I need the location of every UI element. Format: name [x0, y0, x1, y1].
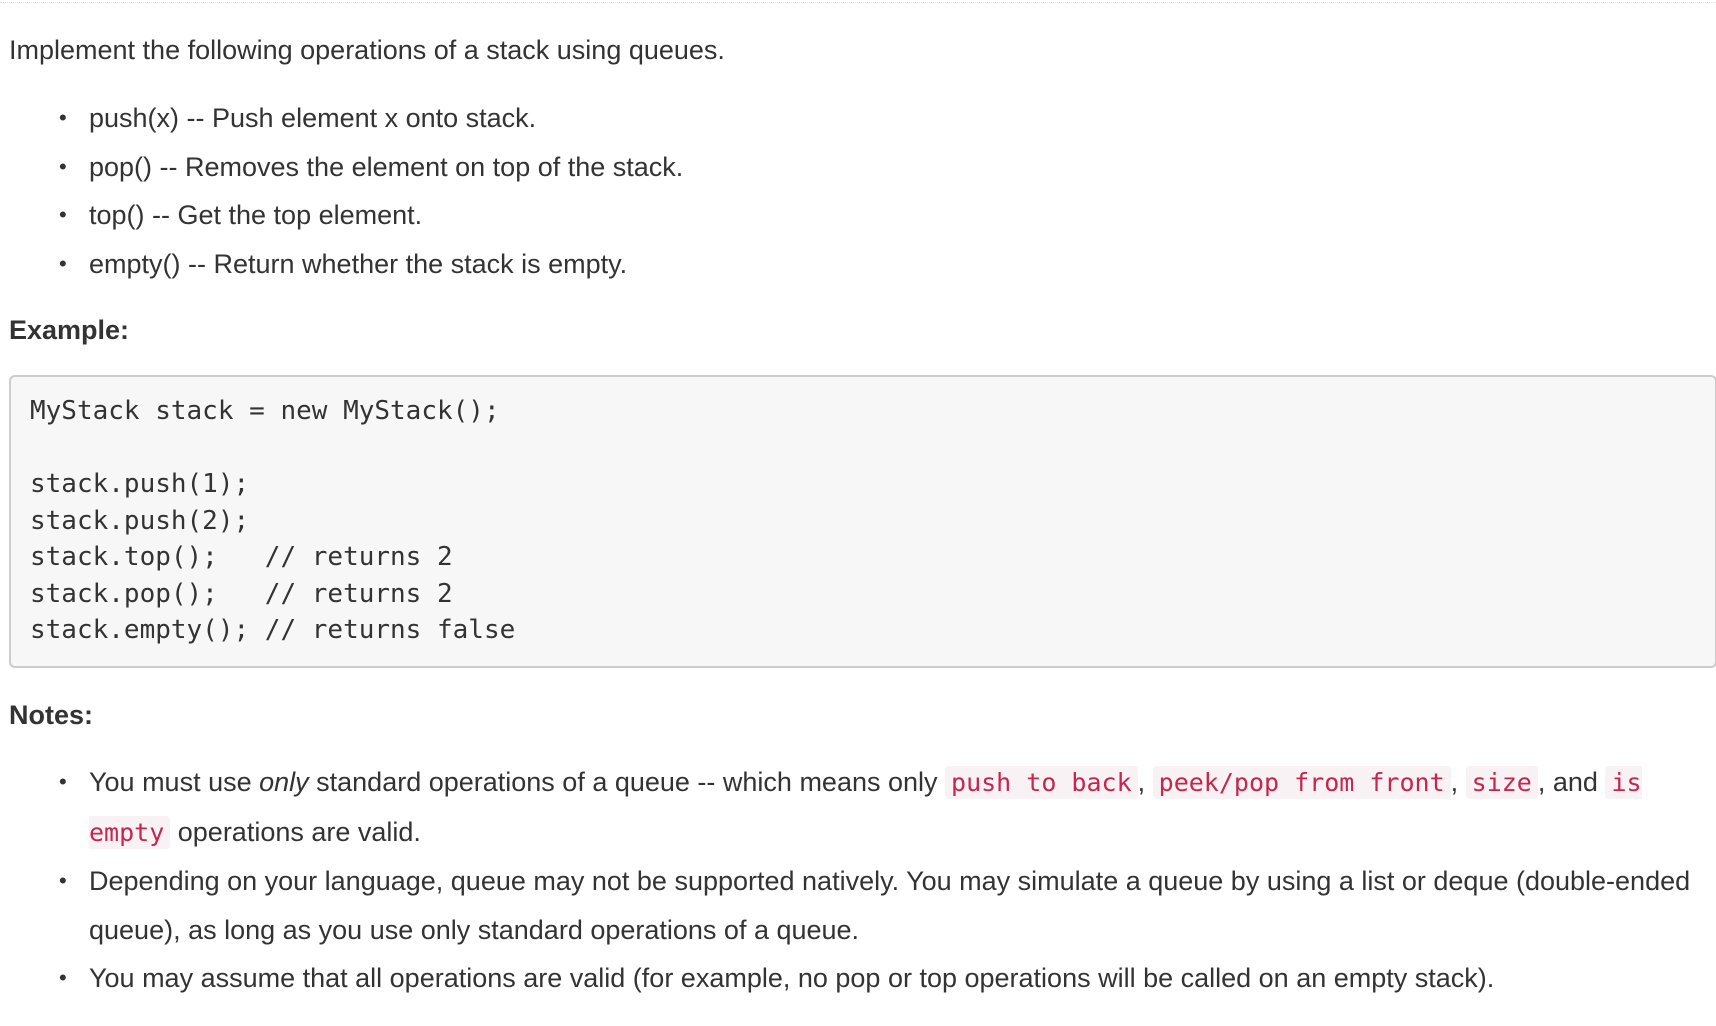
- example-code-block: MyStack stack = new MyStack(); stack.pus…: [9, 375, 1716, 668]
- note-text: operations are valid.: [170, 816, 421, 847]
- list-item: • push(x) -- Push element x onto stack.: [9, 94, 683, 143]
- bullet-icon: •: [59, 965, 67, 990]
- emphasis-text: only: [259, 767, 309, 797]
- operation-empty: empty() -- Return whether the stack is e…: [89, 248, 628, 279]
- separator-text: ,: [1450, 767, 1466, 797]
- separator-text: ,: [1137, 767, 1153, 797]
- bullet-icon: •: [59, 105, 67, 130]
- list-item: • top() -- Get the top element.: [9, 191, 683, 240]
- operation-pop: pop() -- Removes the element on top of t…: [89, 151, 684, 182]
- list-item: • Depending on your language, queue may …: [9, 857, 1709, 954]
- note-text: , and: [1537, 767, 1606, 797]
- list-item: • empty() -- Return whether the stack is…: [9, 240, 683, 289]
- top-divider: [0, 2, 1716, 3]
- bullet-icon: •: [59, 153, 67, 179]
- example-heading: Example:: [9, 315, 130, 345]
- inline-code: push to back: [945, 766, 1138, 799]
- notes-heading: Notes:: [9, 700, 94, 730]
- intro-text: Implement the following operations of a …: [9, 35, 725, 65]
- note-text: standard operations of a queue -- which …: [308, 767, 946, 797]
- notes-list: • You must use only standard operations …: [9, 758, 1709, 1003]
- list-item: • You must use only standard operations …: [9, 758, 1709, 857]
- note-text: You may assume that all operations are v…: [89, 963, 1495, 993]
- operations-list: • push(x) -- Push element x onto stack. …: [9, 94, 683, 288]
- operation-push: push(x) -- Push element x onto stack.: [89, 103, 537, 133]
- bullet-icon: •: [59, 769, 67, 794]
- bullet-icon: •: [59, 250, 67, 276]
- bullet-icon: •: [59, 202, 67, 227]
- list-item: • You may assume that all operations are…: [9, 954, 1709, 1003]
- note-text: You must use: [89, 767, 260, 797]
- bullet-icon: •: [59, 868, 67, 893]
- inline-code: size: [1465, 766, 1538, 799]
- list-item: • pop() -- Removes the element on top of…: [9, 143, 683, 192]
- note-text: Depending on your language, queue may no…: [89, 866, 1691, 945]
- inline-code: peek/pop from front: [1152, 766, 1451, 799]
- operation-top: top() -- Get the top element.: [89, 200, 423, 230]
